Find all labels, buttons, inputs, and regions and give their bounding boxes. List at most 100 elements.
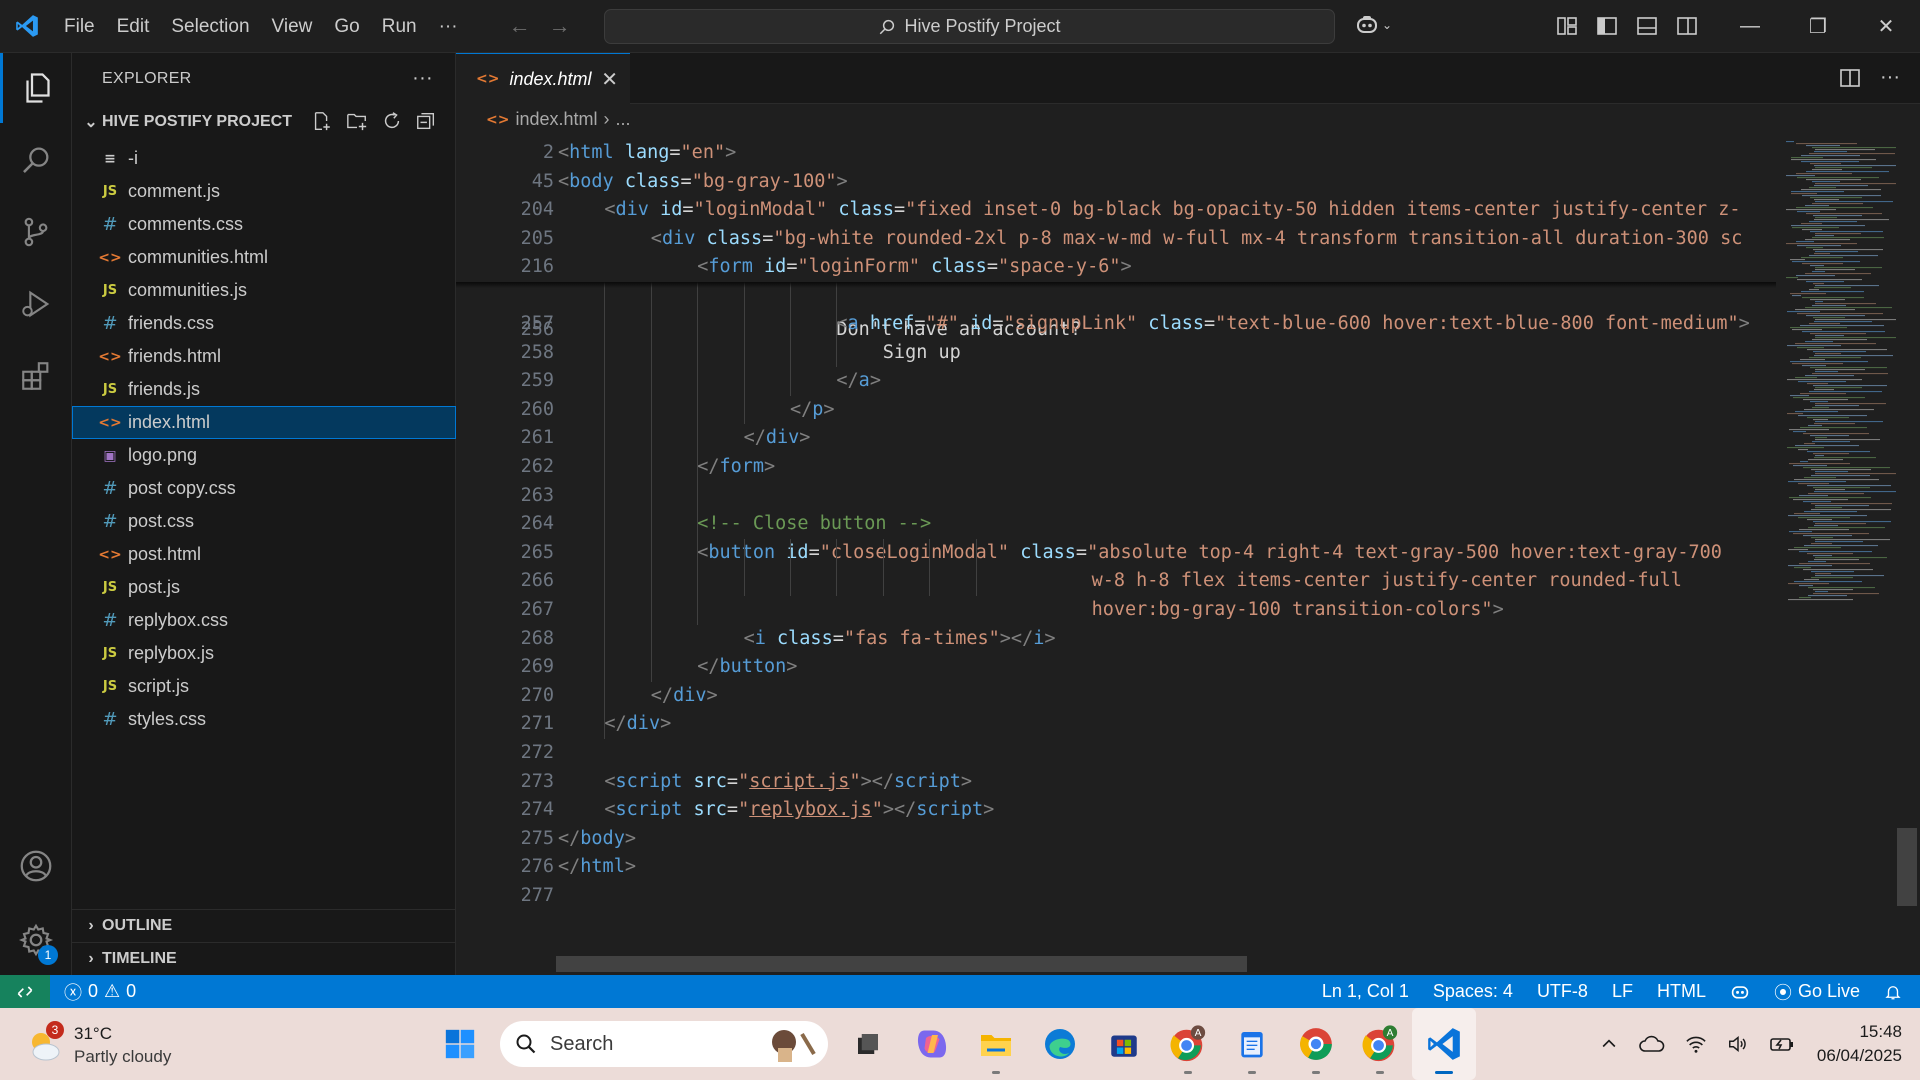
file-item[interactable]: # post copy.css — [72, 472, 456, 505]
network-button[interactable] — [1675, 1034, 1717, 1054]
show-hidden-icons-button[interactable] — [1589, 1034, 1629, 1054]
sticky-scroll-line[interactable]: 204 <div id="loginModal" class="fixed ins… — [456, 196, 1776, 225]
back-arrow-icon[interactable]: ← — [509, 13, 531, 39]
vertical-scrollbar-thumb[interactable] — [1897, 828, 1917, 906]
project-folder-header[interactable]: ⌄ HIVE POSTIFY PROJECT — [72, 104, 455, 140]
horizontal-scrollbar-thumb[interactable] — [556, 956, 1247, 972]
code-line[interactable]: 270 </div> — [456, 682, 1776, 711]
minimize-button[interactable]: — — [1716, 0, 1784, 53]
code-line[interactable]: 276 </html> — [456, 853, 1776, 882]
code-line[interactable]: 258 Sign up — [456, 339, 1776, 368]
timeline-section[interactable]: › TIMELINE — [72, 942, 456, 975]
code-line[interactable]: 267 hover:bg-gray-100 transition-colors"> — [456, 596, 1776, 625]
onedrive-button[interactable] — [1629, 1033, 1675, 1055]
close-window-button[interactable]: ✕ — [1852, 0, 1920, 53]
code-line[interactable]: 265 <button id="closeLoginModal" class="a… — [456, 539, 1776, 568]
activity-source-control[interactable] — [0, 197, 72, 267]
code-line[interactable]: 268 <i class="fas fa-times"></i> — [456, 625, 1776, 654]
file-item[interactable]: JS replybox.js — [72, 637, 456, 670]
tab-index-html[interactable]: <> index.html ✕ — [456, 53, 630, 104]
menu-selection[interactable]: Selection — [160, 0, 260, 53]
file-item[interactable]: <> communities.html — [72, 241, 456, 274]
code-line[interactable]: 260 </p> — [456, 396, 1776, 425]
code-line[interactable]: 262 </form> — [456, 453, 1776, 482]
sticky-scroll-line[interactable]: 216 <form id="loginForm" class="space-y-6… — [456, 253, 1776, 282]
problems-indicator[interactable]: ⓧ 0 ⚠ 0 — [64, 979, 136, 1005]
new-folder-icon[interactable] — [345, 110, 369, 132]
menu-edit[interactable]: Edit — [106, 0, 161, 53]
activity-accounts[interactable] — [0, 831, 72, 901]
file-item[interactable]: <> friends.html — [72, 340, 456, 373]
taskbar-chrome[interactable] — [1284, 1008, 1348, 1080]
minimap[interactable] — [1776, 139, 1900, 975]
code-line[interactable]: 277 — [456, 882, 1776, 911]
refresh-icon[interactable] — [381, 110, 403, 132]
collapse-all-icon[interactable] — [415, 110, 437, 132]
code-line[interactable]: 263 — [456, 482, 1776, 511]
menu-file[interactable]: File — [53, 0, 106, 53]
menu-run[interactable]: Run — [371, 0, 428, 53]
activity-explorer[interactable] — [0, 53, 72, 123]
taskbar-file-explorer[interactable] — [964, 1008, 1028, 1080]
file-item[interactable]: # friends.css — [72, 307, 456, 340]
activity-search[interactable] — [0, 125, 72, 195]
toggle-primary-sidebar-icon[interactable] — [1595, 14, 1619, 38]
indentation[interactable]: Spaces: 4 — [1421, 981, 1525, 1002]
code-line[interactable]: 259 </a> — [456, 367, 1776, 396]
code-line[interactable]: 266 w-8 h-8 flex items-center justify-cen… — [456, 567, 1776, 596]
forward-arrow-icon[interactable]: → — [549, 13, 571, 39]
new-file-icon[interactable] — [311, 110, 333, 132]
code-line[interactable]: 264 <!-- Close button --> — [456, 510, 1776, 539]
editor-more-button[interactable]: ··· — [1880, 66, 1900, 90]
taskbar-chrome-profile-a[interactable]: A — [1156, 1008, 1220, 1080]
activity-run-debug[interactable] — [0, 269, 72, 339]
taskbar-copilot[interactable] — [900, 1008, 964, 1080]
file-item[interactable]: JS post.js — [72, 571, 456, 604]
menu-go[interactable]: Go — [323, 0, 370, 53]
copilot-menu[interactable]: ⌄ — [1355, 14, 1392, 36]
code-line[interactable]: 275 </body> — [456, 825, 1776, 854]
file-item[interactable]: JS friends.js — [72, 373, 456, 406]
breadcrumb-symbol[interactable]: ... — [616, 109, 631, 130]
file-item[interactable]: JS communities.js — [72, 274, 456, 307]
go-live-button[interactable]: ⦿ Go Live — [1762, 979, 1872, 1005]
code-line[interactable]: 269 </button> — [456, 653, 1776, 682]
encoding[interactable]: UTF-8 — [1525, 981, 1600, 1002]
taskbar-chrome-profile-green[interactable]: A — [1348, 1008, 1412, 1080]
code-line[interactable]: 274 <script src="replybox.js"></script> — [456, 796, 1776, 825]
restore-button[interactable]: ❐ — [1784, 0, 1852, 53]
toggle-secondary-sidebar-icon[interactable] — [1675, 14, 1699, 38]
file-item[interactable]: JS script.js — [72, 670, 456, 703]
start-button[interactable] — [428, 1008, 492, 1080]
split-editor-icon[interactable] — [1838, 66, 1862, 90]
breadcrumb-file[interactable]: index.html — [515, 109, 597, 130]
file-item[interactable]: ≡ -i — [72, 142, 456, 175]
file-item[interactable]: # comments.css — [72, 208, 456, 241]
menu-more[interactable]: ··· — [428, 0, 469, 53]
toggle-panel-icon[interactable] — [1635, 14, 1659, 38]
file-item[interactable]: # post.css — [72, 505, 456, 538]
taskbar-search-box[interactable]: Search — [500, 1021, 828, 1067]
file-item[interactable]: ▣ logo.png — [72, 439, 456, 472]
battery-button[interactable] — [1759, 1033, 1805, 1055]
language-mode[interactable]: HTML — [1645, 981, 1718, 1002]
sticky-scroll-line[interactable]: 2 <html lang="en"> — [456, 139, 1776, 168]
sticky-scroll-line[interactable]: 45 <body class="bg-gray-100"> — [456, 167, 1776, 197]
taskbar-edge[interactable] — [1028, 1008, 1092, 1080]
file-item[interactable]: <> post.html — [72, 538, 456, 571]
explorer-more-button[interactable]: ··· — [412, 67, 433, 90]
weather-widget[interactable]: 3 31°C Partly cloudy — [24, 1021, 171, 1068]
remote-indicator[interactable] — [0, 975, 50, 1008]
notifications-button[interactable] — [1872, 983, 1920, 1001]
clock[interactable]: 15:48 06/04/2025 — [1805, 1020, 1920, 1068]
code-line[interactable]: 271 </div> — [456, 710, 1776, 739]
taskbar-notepad[interactable] — [1220, 1008, 1284, 1080]
menu-view[interactable]: View — [261, 0, 324, 53]
code-line[interactable]: 261 </div> — [456, 424, 1776, 453]
command-center[interactable]: Hive Postify Project — [604, 9, 1335, 44]
code-line[interactable]: 272 — [456, 739, 1776, 768]
copilot-status[interactable] — [1718, 983, 1762, 1001]
taskbar-store[interactable] — [1092, 1008, 1156, 1080]
taskbar-task-view[interactable] — [836, 1008, 900, 1080]
volume-button[interactable] — [1717, 1033, 1759, 1055]
